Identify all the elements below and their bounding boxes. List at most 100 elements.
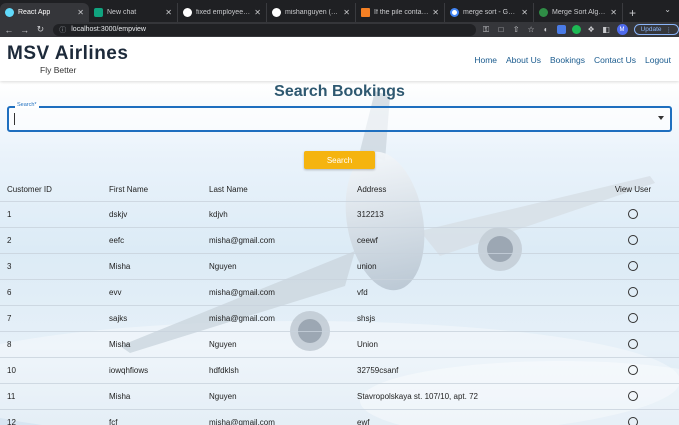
cell-customer-id: 6 [0, 279, 109, 305]
table-row: 12fcfmisha@gmail.comewf [0, 409, 679, 425]
browser-tab[interactable]: mishanguyen (Misha✕ [267, 3, 356, 22]
key-icon[interactable]: ⚿ [482, 25, 491, 34]
browser-tab-title: fixed employee view [196, 9, 251, 16]
view-user-radio[interactable] [628, 365, 638, 375]
nav-link-about-us[interactable]: About Us [506, 55, 541, 65]
update-label: Update [641, 26, 662, 33]
cell-customer-id: 12 [0, 409, 109, 425]
nav-link-logout[interactable]: Logout [645, 55, 671, 65]
google-icon [450, 8, 459, 17]
main-nav: Home About Us Bookings Contact Us Logout [474, 55, 671, 65]
close-tab-icon[interactable]: ✕ [521, 8, 528, 17]
browser-tab-title: React App [18, 9, 74, 16]
share-icon[interactable]: ⇧ [512, 25, 521, 34]
cell-view-user [587, 331, 679, 357]
cell-customer-id: 8 [0, 331, 109, 357]
cell-last-name: hdfdklsh [209, 357, 357, 383]
cell-first-name: Misha [109, 253, 209, 279]
cell-view-user [587, 201, 679, 227]
install-icon[interactable]: □ [497, 25, 506, 34]
extension-circle-icon[interactable]: ◐ [542, 25, 551, 34]
cell-view-user [587, 409, 679, 425]
cell-customer-id: 3 [0, 253, 109, 279]
column-header-first-name: First Name [109, 179, 209, 201]
nav-link-home[interactable]: Home [474, 55, 497, 65]
view-user-radio[interactable] [628, 417, 638, 425]
close-tab-icon[interactable]: ✕ [77, 8, 84, 17]
translate-extension-icon[interactable] [557, 25, 566, 34]
tab-search-chevron-icon[interactable]: ⌄ [664, 5, 671, 14]
cell-last-name: Nguyen [209, 253, 357, 279]
browser-tab[interactable]: React App✕ [0, 3, 89, 22]
cell-first-name: evv [109, 279, 209, 305]
browser-tab-title: New chat [107, 9, 162, 16]
table-row: 6evvmisha@gmail.comvfd [0, 279, 679, 305]
web-page: MSV Airlines Fly Better Home About Us Book… [0, 37, 679, 425]
view-user-radio[interactable] [628, 313, 638, 323]
column-header-last-name: Last Name [209, 179, 357, 201]
close-tab-icon[interactable]: ✕ [343, 8, 350, 17]
logo-tagline: Fly Better [40, 65, 128, 75]
cell-last-name: Nguyen [209, 331, 357, 357]
extensions-puzzle-icon[interactable]: ❖ [587, 25, 596, 34]
address-bar-url: localhost:3000/empview [71, 26, 146, 33]
forward-icon[interactable]: → [18, 25, 32, 35]
view-user-radio[interactable] [628, 391, 638, 401]
grammar-extension-icon[interactable] [572, 25, 581, 34]
browser-tab-title: mishanguyen (Misha [285, 9, 340, 16]
view-user-radio[interactable] [628, 339, 638, 349]
cell-view-user [587, 305, 679, 331]
cell-customer-id: 11 [0, 383, 109, 409]
browser-tab[interactable]: merge sort - Google S✕ [445, 3, 534, 22]
site-info-icon[interactable]: ⓘ [59, 25, 66, 35]
browser-tab[interactable]: fixed employee view✕ [178, 3, 267, 22]
reload-icon[interactable]: ↻ [34, 24, 48, 35]
nav-link-contact-us[interactable]: Contact Us [594, 55, 636, 65]
dropdown-arrow-icon[interactable] [658, 116, 664, 120]
view-user-radio[interactable] [628, 287, 638, 297]
cell-view-user [587, 279, 679, 305]
search-button[interactable]: Search [304, 151, 375, 169]
cell-address: shsjs [357, 305, 587, 331]
cell-first-name: sajks [109, 305, 209, 331]
cell-address: ceewf [357, 227, 587, 253]
close-tab-icon[interactable]: ✕ [165, 8, 172, 17]
browser-tab[interactable]: If the pile contains on✕ [356, 3, 445, 22]
browser-tab[interactable]: New chat✕ [89, 3, 178, 22]
nav-link-bookings[interactable]: Bookings [550, 55, 585, 65]
view-user-radio[interactable] [628, 209, 638, 219]
browser-tab[interactable]: Merge Sort Algorithm✕ [534, 3, 623, 22]
profile-avatar[interactable]: M [617, 24, 628, 35]
table-row: 11MishaNguyenStavropolskaya st. 107/10, … [0, 383, 679, 409]
column-header-customer-id: Customer ID [0, 179, 109, 201]
table-header-row: Customer ID First Name Last Name Address… [0, 179, 679, 201]
browser-tab-title: merge sort - Google S [463, 9, 518, 16]
site-header: MSV Airlines Fly Better Home About Us Book… [0, 37, 679, 81]
logo-text: MSV Airlines [7, 43, 128, 65]
cell-first-name: iowqhfiows [109, 357, 209, 383]
new-tab-icon[interactable]: + [623, 3, 642, 22]
view-user-radio[interactable] [628, 235, 638, 245]
address-bar[interactable]: ⓘ localhost:3000/empview [53, 24, 475, 36]
column-header-address: Address [357, 179, 587, 201]
search-input[interactable] [14, 113, 644, 125]
stackoverflow-icon [361, 8, 370, 17]
cell-first-name: Misha [109, 383, 209, 409]
bookings-table: Customer ID First Name Last Name Address… [0, 179, 679, 425]
close-tab-icon[interactable]: ✕ [610, 8, 617, 17]
side-panel-icon[interactable]: ◧ [602, 25, 611, 34]
table-row: 2eefcmisha@gmail.comceewf [0, 227, 679, 253]
view-user-radio[interactable] [628, 261, 638, 271]
close-tab-icon[interactable]: ✕ [254, 8, 261, 17]
bookmark-star-icon[interactable]: ☆ [527, 25, 536, 34]
cell-last-name: misha@gmail.com [209, 409, 357, 425]
close-tab-icon[interactable]: ✕ [432, 8, 439, 17]
cell-customer-id: 10 [0, 357, 109, 383]
cell-view-user [587, 383, 679, 409]
cell-customer-id: 2 [0, 227, 109, 253]
cell-first-name: fcf [109, 409, 209, 425]
update-button[interactable]: Update ⋮ [634, 24, 679, 35]
back-icon[interactable]: ← [2, 25, 16, 35]
search-field[interactable]: Search* [7, 106, 672, 132]
site-logo[interactable]: MSV Airlines Fly Better [7, 43, 128, 75]
